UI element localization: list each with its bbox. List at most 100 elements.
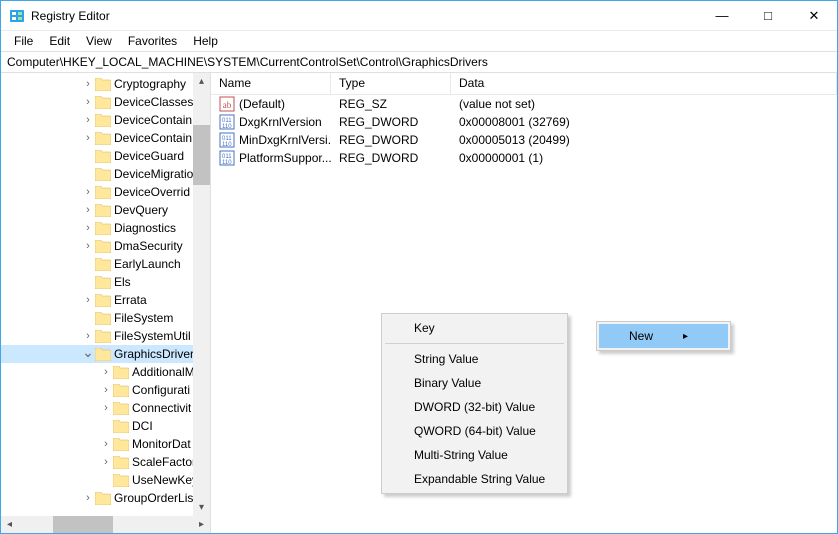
folder-icon xyxy=(113,384,129,397)
values-header: Name Type Data xyxy=(211,73,837,95)
menu-favorites[interactable]: Favorites xyxy=(121,32,184,50)
chevron-right-icon[interactable]: › xyxy=(81,492,95,504)
chevron-right-icon[interactable]: › xyxy=(81,330,95,342)
submenu-item[interactable]: String Value xyxy=(384,347,565,371)
tree-item[interactable]: › FileSystemUtil xyxy=(1,327,210,345)
scroll-down-icon[interactable]: ▾ xyxy=(193,499,210,516)
tree-item[interactable]: ›DCI xyxy=(1,417,210,435)
column-name[interactable]: Name xyxy=(211,73,331,94)
tree-scroll[interactable]: ›Cryptography›DeviceClasses›DeviceContai… xyxy=(1,73,210,533)
chevron-right-icon[interactable]: › xyxy=(81,222,95,234)
value-row[interactable]: 011110DxgKrnlVersionREG_DWORD0x00008001 … xyxy=(211,113,837,131)
column-data[interactable]: Data xyxy=(451,73,837,94)
registry-tree: ›Cryptography›DeviceClasses›DeviceContai… xyxy=(1,73,210,509)
value-row[interactable]: ab(Default)REG_SZ(value not set) xyxy=(211,95,837,113)
menu-help[interactable]: Help xyxy=(186,32,225,50)
chevron-right-icon[interactable]: › xyxy=(99,366,113,378)
chevron-right-icon[interactable]: › xyxy=(81,132,95,144)
tree-vertical-scrollbar[interactable]: ▴ ▾ xyxy=(193,73,210,516)
tree-item[interactable]: ⌄GraphicsDrivers xyxy=(1,345,210,363)
scroll-h-track[interactable] xyxy=(18,516,193,533)
maximize-button[interactable]: □ xyxy=(745,1,791,30)
column-type[interactable]: Type xyxy=(331,73,451,94)
context-menu: New ▸ xyxy=(596,321,731,351)
menu-divider xyxy=(385,343,564,344)
context-new[interactable]: New ▸ xyxy=(599,324,728,348)
tree-item-label: Configurati xyxy=(132,383,190,397)
value-name: DxgKrnlVersion xyxy=(239,115,322,129)
minimize-button[interactable]: — xyxy=(699,1,745,30)
value-row[interactable]: 011110MinDxgKrnlVersi...REG_DWORD0x00005… xyxy=(211,131,837,149)
value-data: 0x00000001 (1) xyxy=(451,151,837,165)
chevron-right-icon[interactable]: › xyxy=(99,456,113,468)
tree-item[interactable]: ›Els xyxy=(1,273,210,291)
tree-item[interactable]: ›MonitorDat xyxy=(1,435,210,453)
folder-icon xyxy=(113,456,129,469)
menu-file[interactable]: File xyxy=(7,32,40,50)
chevron-right-icon[interactable]: › xyxy=(99,438,113,450)
tree-item[interactable]: ›Errata xyxy=(1,291,210,309)
tree-item[interactable]: ›DeviceMigratio xyxy=(1,165,210,183)
titlebar: Registry Editor — □ ✕ xyxy=(1,1,837,31)
folder-icon xyxy=(95,132,111,145)
folder-icon xyxy=(95,168,111,181)
submenu-item[interactable]: Key xyxy=(384,316,565,340)
close-button[interactable]: ✕ xyxy=(791,1,837,30)
chevron-right-icon[interactable]: › xyxy=(81,78,95,90)
tree-item[interactable]: ›FileSystem xyxy=(1,309,210,327)
folder-icon xyxy=(95,492,111,505)
chevron-right-icon[interactable]: › xyxy=(81,240,95,252)
value-data: 0x00005013 (20499) xyxy=(451,133,837,147)
tree-item-label: UseNewKey xyxy=(132,473,198,487)
tree-item[interactable]: ›AdditionalM xyxy=(1,363,210,381)
chevron-right-icon[interactable]: › xyxy=(99,384,113,396)
tree-item-label: Els xyxy=(114,275,131,289)
tree-item[interactable]: ›ScaleFactor xyxy=(1,453,210,471)
chevron-right-icon[interactable]: › xyxy=(81,294,95,306)
tree-item[interactable]: ›DeviceClasses xyxy=(1,93,210,111)
value-row[interactable]: 011110PlatformSuppor...REG_DWORD0x000000… xyxy=(211,149,837,167)
tree-item[interactable]: ›UseNewKey xyxy=(1,471,210,489)
chevron-down-icon[interactable]: ⌄ xyxy=(81,344,95,361)
svg-text:110: 110 xyxy=(222,124,232,130)
tree-item[interactable]: ›Cryptography xyxy=(1,75,210,93)
tree-item[interactable]: ›DeviceGuard xyxy=(1,147,210,165)
values-list[interactable]: ab(Default)REG_SZ(value not set)011110Dx… xyxy=(211,95,837,533)
address-bar[interactable]: Computer\HKEY_LOCAL_MACHINE\SYSTEM\Curre… xyxy=(1,51,837,73)
tree-horizontal-scrollbar[interactable]: ◂ ▸ xyxy=(1,516,210,533)
tree-item[interactable]: ›DmaSecurity xyxy=(1,237,210,255)
menu-edit[interactable]: Edit xyxy=(42,32,77,50)
chevron-right-icon[interactable]: › xyxy=(81,186,95,198)
scroll-v-track[interactable] xyxy=(193,90,210,499)
scroll-v-thumb[interactable] xyxy=(193,125,210,185)
scroll-up-icon[interactable]: ▴ xyxy=(193,73,210,90)
submenu-item[interactable]: Binary Value xyxy=(384,371,565,395)
chevron-right-icon[interactable]: › xyxy=(81,114,95,126)
folder-icon xyxy=(95,78,111,91)
scroll-left-icon[interactable]: ◂ xyxy=(1,516,18,533)
submenu-item[interactable]: Expandable String Value xyxy=(384,467,565,491)
tree-item-label: FileSystemUtil xyxy=(114,329,191,343)
submenu-item[interactable]: QWORD (64-bit) Value xyxy=(384,419,565,443)
tree-item[interactable]: ›DeviceOverrid xyxy=(1,183,210,201)
tree-item[interactable]: › Diagnostics xyxy=(1,219,210,237)
tree-item-label: Diagnostics xyxy=(114,221,176,235)
submenu-item[interactable]: Multi-String Value xyxy=(384,443,565,467)
submenu-item[interactable]: DWORD (32-bit) Value xyxy=(384,395,565,419)
chevron-right-icon[interactable]: › xyxy=(81,204,95,216)
folder-icon xyxy=(95,312,111,325)
menu-view[interactable]: View xyxy=(79,32,119,50)
tree-item[interactable]: ›EarlyLaunch xyxy=(1,255,210,273)
tree-item[interactable]: ›Connectivit xyxy=(1,399,210,417)
scroll-right-icon[interactable]: ▸ xyxy=(193,516,210,533)
tree-item[interactable]: › Configurati xyxy=(1,381,210,399)
tree-item[interactable]: ›DeviceContain xyxy=(1,129,210,147)
folder-icon xyxy=(95,330,111,343)
chevron-right-icon[interactable]: › xyxy=(81,96,95,108)
tree-item[interactable]: ›GroupOrderLis xyxy=(1,489,210,507)
tree-item[interactable]: ›DevQuery xyxy=(1,201,210,219)
chevron-right-icon[interactable]: › xyxy=(99,402,113,414)
folder-icon xyxy=(113,366,129,379)
tree-item[interactable]: ›DeviceContain xyxy=(1,111,210,129)
scroll-h-thumb[interactable] xyxy=(53,516,113,533)
